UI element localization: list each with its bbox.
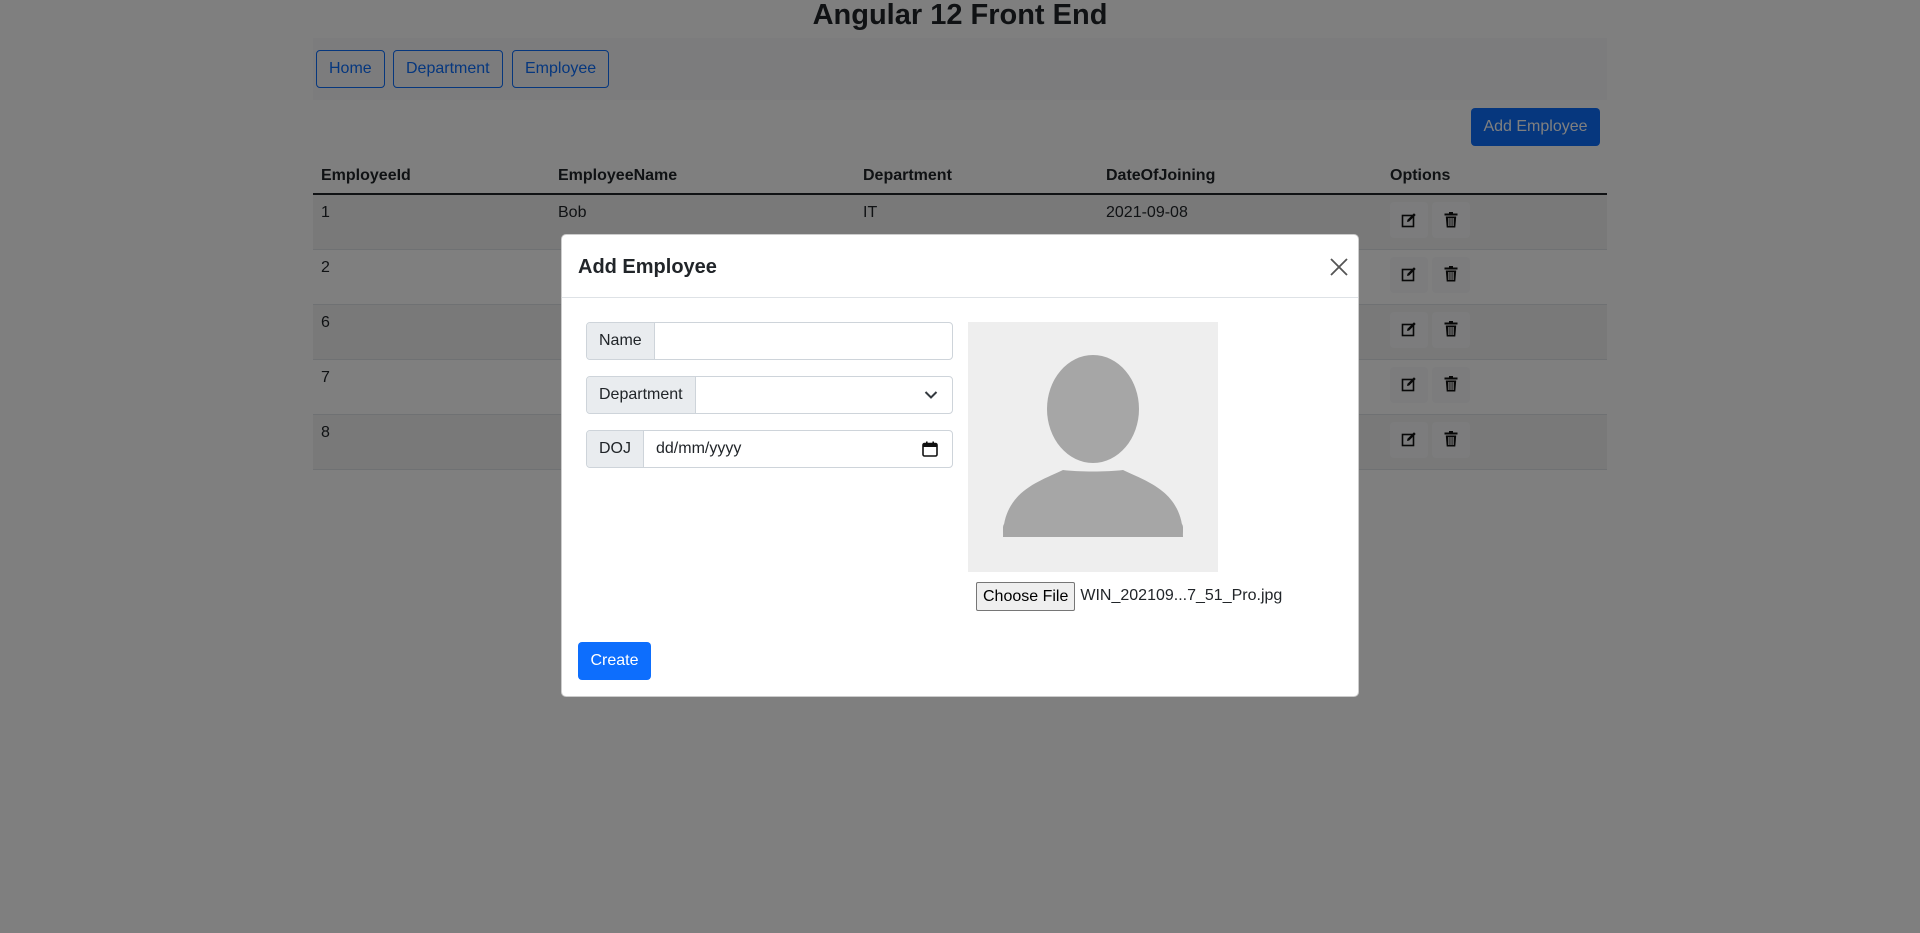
- close-button[interactable]: [1327, 255, 1351, 279]
- create-button[interactable]: Create: [578, 642, 651, 680]
- choose-file-button[interactable]: Choose File: [976, 581, 1076, 611]
- selected-file-name: WIN_202109...7_51_Pro.jpg: [1080, 587, 1283, 604]
- modal-header: Add Employee: [562, 235, 1358, 298]
- close-icon: [1330, 258, 1348, 276]
- department-select[interactable]: [696, 377, 952, 413]
- name-input[interactable]: [655, 323, 952, 359]
- doj-date-value: dd/mm/yyyy: [656, 440, 742, 457]
- calendar-icon[interactable]: [922, 441, 938, 457]
- chevron-down-icon: [924, 391, 938, 399]
- doj-label: DOJ: [587, 431, 644, 467]
- avatar-placeholder-icon: [1003, 355, 1183, 537]
- photo-upload: Choose File WIN_202109...7_51_Pro.jpg: [976, 581, 1282, 611]
- doj-date-input[interactable]: dd/mm/yyyy: [644, 431, 952, 467]
- department-label: Department: [587, 377, 696, 413]
- employee-photo: [968, 322, 1218, 572]
- doj-input-group: DOJ dd/mm/yyyy: [586, 430, 953, 468]
- name-input-group: Name: [586, 322, 953, 360]
- modal-title: Add Employee: [578, 256, 717, 278]
- department-input-group: Department: [586, 376, 953, 414]
- name-label: Name: [587, 323, 655, 359]
- add-employee-modal: Add Employee Name Department DOJ dd/mm/y…: [561, 234, 1359, 697]
